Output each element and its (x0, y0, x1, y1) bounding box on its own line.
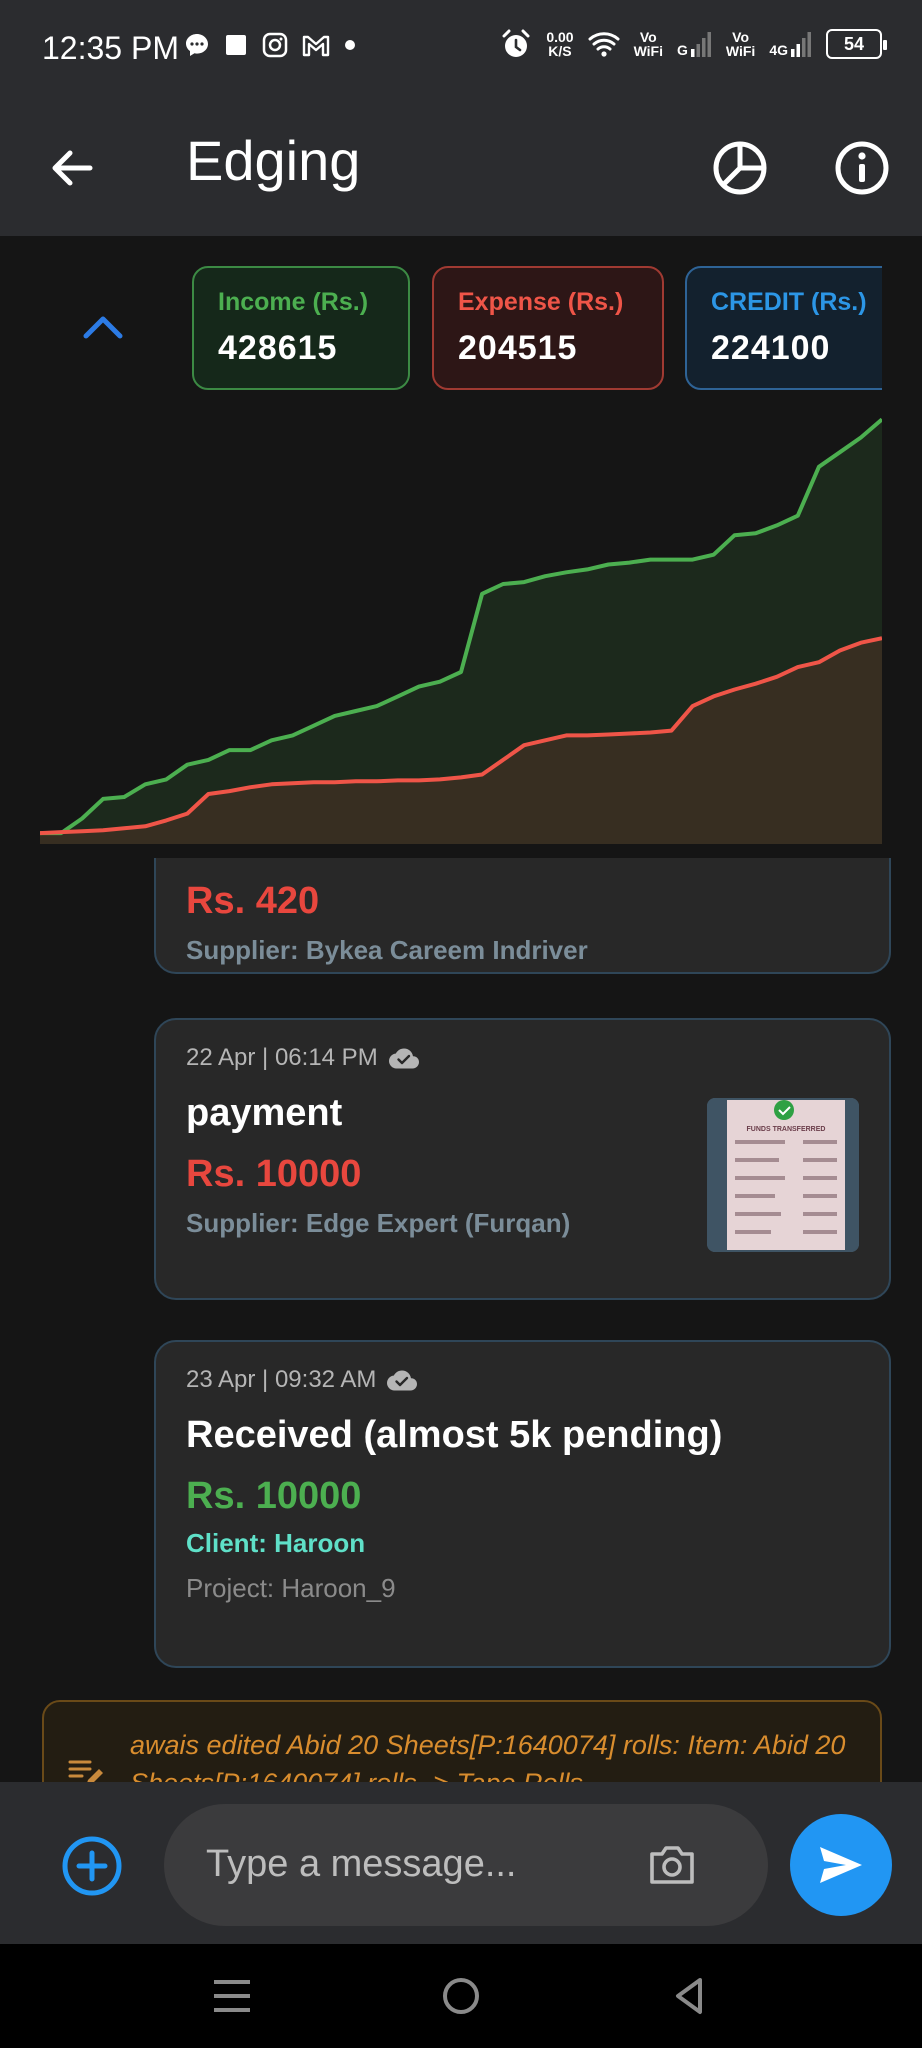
signal-bars-icon (690, 32, 711, 57)
expense-label: Expense (Rs.) (458, 288, 624, 316)
wifi-icon (588, 32, 620, 57)
battery-indicator: 54 (826, 29, 887, 59)
message-input[interactable] (206, 1834, 626, 1894)
dot-icon (345, 40, 355, 50)
cloud-done-icon (387, 1370, 418, 1391)
message-party: Supplier: Bykea Careem Indriver (186, 935, 588, 965)
receipt-thumbnail[interactable]: FUNDS TRANSFERRED (707, 1098, 859, 1252)
alarm-icon (502, 29, 530, 57)
send-button[interactable] (790, 1814, 892, 1916)
page-title: Edging (186, 129, 361, 192)
summary-cards: Income (Rs.) 428615 Expense (Rs.) 204515… (192, 264, 882, 394)
message-timestamp: 22 Apr | 06:14 PM (186, 1044, 378, 1071)
expense-card[interactable]: Expense (Rs.) 204515 (432, 266, 664, 390)
home-circle-icon[interactable] (439, 1974, 483, 2018)
sim2-signal: 4G (769, 31, 812, 57)
income-label: Income (Rs.) (218, 288, 369, 316)
message-amount: Rs. 10000 (186, 1475, 362, 1517)
chevron-up-icon[interactable] (80, 308, 126, 344)
credit-label: CREDIT (Rs.) (711, 288, 867, 316)
income-card[interactable]: Income (Rs.) 428615 (192, 266, 410, 390)
message-title: Received (almost 5k pending) (186, 1414, 723, 1456)
cloud-done-icon (388, 1048, 419, 1069)
message-card[interactable]: 23 Apr | 09:32 AM Received (almost 5k pe… (154, 1340, 891, 1668)
instagram-icon (262, 32, 288, 58)
pie-chart-icon[interactable] (708, 136, 772, 200)
notification-icons (184, 32, 356, 58)
income-value: 428615 (218, 329, 338, 367)
activity-log-card[interactable]: awais edited Abid 20 Sheets[P:1640074] r… (42, 1700, 882, 1782)
app-bar: Edging (0, 100, 922, 236)
message-meta: 23 Apr | 09:32 AM (186, 1366, 859, 1394)
receipt-caption: FUNDS TRANSFERRED (747, 1126, 826, 1133)
message-card[interactable]: 22 Apr | 06:14 PM payment Rs. 10000 Supp… (154, 1018, 891, 1300)
credit-value: 224100 (711, 329, 831, 367)
sim1-signal: G (677, 31, 712, 57)
message-client: Client: Haroon (186, 1528, 366, 1558)
trend-chart (40, 417, 882, 844)
info-icon[interactable] (830, 136, 894, 200)
back-triangle-icon[interactable] (668, 1974, 712, 2018)
status-bar: 12:35 PM 0.00 K/S Vo WiFi G Vo WiFi 4G 54 (0, 0, 922, 100)
message-input-container[interactable] (164, 1804, 768, 1926)
credit-card[interactable]: CREDIT (Rs.) 224100 (685, 266, 882, 390)
signal-bars-icon (791, 32, 811, 57)
message-composer (0, 1782, 922, 1944)
camera-icon[interactable] (648, 1842, 696, 1886)
expense-value: 204515 (458, 329, 578, 367)
system-status-icons: 0.00 K/S Vo WiFi G Vo WiFi 4G 54 (500, 28, 887, 60)
activity-log-text: awais edited Abid 20 Sheets[P:1640074] r… (130, 1730, 846, 1782)
gmail-icon (302, 35, 330, 57)
arrow-back-icon[interactable] (40, 136, 104, 200)
message-amount: Rs. 420 (186, 880, 320, 922)
message-list[interactable]: Rs. 420 Supplier: Bykea Careem Indriver … (0, 858, 922, 1782)
message-timestamp: 23 Apr | 09:32 AM (186, 1366, 377, 1393)
message-card[interactable]: Rs. 420 Supplier: Bykea Careem Indriver (154, 858, 891, 974)
message-project: Project: Haroon_9 (186, 1573, 396, 1603)
message-meta: 22 Apr | 06:14 PM (186, 1044, 859, 1072)
sim2-volte-label: Vo WiFi (725, 29, 756, 59)
send-icon (820, 1847, 862, 1883)
status-time: 12:35 PM (42, 30, 179, 66)
sim1-volte-label: Vo WiFi (633, 29, 663, 59)
system-nav-bar (0, 1944, 922, 2048)
net-speed: 0.00 K/S (546, 29, 574, 59)
menu-icon[interactable] (210, 1974, 254, 2018)
add-circle-icon[interactable] (60, 1834, 124, 1898)
edit-note-icon (68, 1760, 103, 1782)
chat-bubble-icon (186, 34, 208, 56)
square-icon (226, 35, 246, 55)
